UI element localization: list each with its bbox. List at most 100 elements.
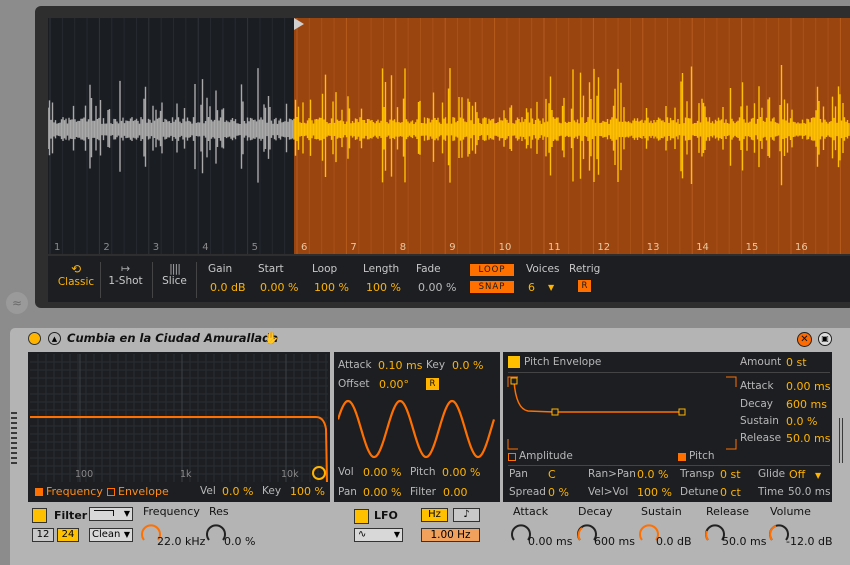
filter-frequency-label: Frequency [143,505,200,518]
frequency-tab[interactable]: Frequency [46,485,103,498]
velvol-value[interactable]: 100 % [637,486,672,499]
filter-key-value[interactable]: 100 % [290,485,325,498]
pan-value[interactable]: C [548,468,556,481]
amp-volume-value[interactable]: -12.0 dB [786,535,833,548]
amplitude-tab[interactable]: Amplitude [519,450,573,462]
snap-toggle-button[interactable]: SNAP [470,281,514,293]
lfo-hz-button[interactable]: Hz [421,508,448,522]
amp-release-value[interactable]: 50.0 ms [722,535,766,548]
filter-key-label: Key [262,485,282,497]
beat-marker-label: 11 [548,242,561,253]
amp-decay-value[interactable]: 600 ms [594,535,635,548]
lfo-rate-value[interactable]: 1.00 Hz [421,528,480,542]
beat-marker-label: 9 [449,242,455,253]
lfo-attack-value[interactable]: 0.10 ms [378,359,422,372]
hand-icon[interactable]: ✋ [264,331,279,345]
filter-enable-toggle[interactable] [32,508,47,523]
fade-value[interactable]: 0.00 % [418,281,456,294]
env-decay-value[interactable]: 600 ms [786,398,827,411]
filter-vel-value[interactable]: 0.0 % [222,485,253,498]
spread-value[interactable]: 0 % [548,486,569,499]
device-drag-handle[interactable] [11,412,17,464]
beat-marker-label: 6 [301,242,307,253]
device-power-button[interactable] [28,332,41,345]
envelope-node [551,408,559,416]
lfo-key-value[interactable]: 0.0 % [452,359,483,372]
retrig-label: Retrig [569,263,601,275]
mode-oneshot-button[interactable]: ↦ 1-Shot [100,262,150,298]
retrig-button[interactable]: R [578,280,591,292]
beat-marker-label: 8 [400,242,406,253]
gain-label: Gain [208,263,233,275]
envelope-tab-indicator[interactable] [107,488,115,496]
envelope-curve-display[interactable] [506,375,738,451]
lfo-filter-value[interactable]: 0.00 [443,486,468,499]
freq-mark-10k: 10k [281,469,299,480]
env-attack-value[interactable]: 0.00 ms [786,380,830,393]
filter-type-dropdown[interactable]: ▼ [89,507,133,521]
filter-frequency-handle[interactable] [312,466,326,480]
glide-value[interactable]: Off [789,468,805,481]
detune-value[interactable]: 0 ct [720,486,741,499]
slope-24-button[interactable]: 24 [57,528,79,542]
corner-mark [726,376,737,387]
device-title[interactable]: Cumbia en la Ciudad Amurallada [67,331,278,345]
lfo-vol-value[interactable]: 0.00 % [363,466,401,479]
envelope-tab[interactable]: Envelope [118,485,169,498]
voices-value[interactable]: 6 [528,281,535,294]
mode-slice-button[interactable]: |||| Slice [152,262,197,298]
lfo-offset-value[interactable]: 0.00° [379,378,409,391]
filter-res-value[interactable]: 0.0 % [224,535,255,548]
lfo-sync-note-button[interactable]: ♪ [453,508,480,522]
amplitude-tab-indicator[interactable] [508,453,516,461]
env-release-value[interactable]: 50.0 ms [786,432,830,445]
beat-marker-label: 15 [746,242,759,253]
filter-vel-label: Vel [200,485,216,497]
slope-12-button[interactable]: 12 [32,528,54,542]
save-preset-icon[interactable]: ▣ [818,332,832,346]
start-value[interactable]: 0.00 % [260,281,298,294]
lfo-key-label: Key [426,359,446,371]
pitch-tab[interactable]: Pitch [689,450,715,462]
voices-dropdown-icon[interactable]: ▼ [548,283,554,292]
glide-dropdown-icon[interactable]: ▼ [815,471,821,480]
lfo-shape-dropdown[interactable]: ∿ ▼ [354,528,403,542]
lfo-pitch-value[interactable]: 0.00 % [442,466,480,479]
device-scroll-grip[interactable] [839,418,844,463]
device-fold-icon[interactable]: ▲ [48,332,61,345]
filter-circuit-dropdown[interactable]: Clean ▼ [89,528,133,542]
device-close-button[interactable]: ✕ [797,332,812,347]
gain-value[interactable]: 0.0 dB [210,281,246,294]
lfo-offset-label: Offset [338,378,370,390]
waveform-display[interactable]: 1 2 3 4 5 6 7 8 9 10 11 12 13 14 15 16 [48,18,850,254]
start-label: Start [258,263,284,275]
mode-slice-label: Slice [162,275,187,287]
lfo-retrig-button[interactable]: R [426,378,439,390]
env-release-label: Release [740,432,782,444]
ranpan-value[interactable]: 0.0 % [637,468,668,481]
lfo-attack-label: Attack [338,359,372,371]
frequency-tab-indicator[interactable] [35,488,43,496]
transp-value[interactable]: 0 st [720,468,741,481]
loop-value[interactable]: 100 % [314,281,349,294]
amp-sustain-value[interactable]: 0.0 dB [656,535,692,548]
filter-curve-display[interactable] [30,354,328,482]
loop-mode-icon: ⟲ [70,262,82,276]
slice-icon: |||| [169,262,181,275]
amp-attack-value[interactable]: 0.00 ms [528,535,572,548]
length-value[interactable]: 100 % [366,281,401,294]
filter-frequency-value[interactable]: 22.0 kHz [157,535,205,548]
mode-classic-button[interactable]: ⟲ Classic [56,262,96,298]
loop-start-marker[interactable] [294,18,304,30]
time-value[interactable]: 50.0 ms [788,486,830,498]
pitch-amount-value[interactable]: 0 st [786,356,807,369]
lfo-enable-toggle[interactable] [354,509,369,524]
lfo-pan-value[interactable]: 0.00 % [363,486,401,499]
amp-sustain-label: Sustain [641,505,682,518]
loop-toggle-button[interactable]: LOOP [470,264,514,276]
env-sustain-value[interactable]: 0.0 % [786,415,817,428]
device-wave-icon[interactable]: ≈ [6,292,28,314]
pitch-tab-indicator[interactable] [678,453,686,461]
pitch-envelope-toggle[interactable] [508,356,520,368]
waveform-svg[interactable]: 1 2 3 4 5 6 7 8 9 10 11 12 13 14 15 16 [48,18,850,254]
